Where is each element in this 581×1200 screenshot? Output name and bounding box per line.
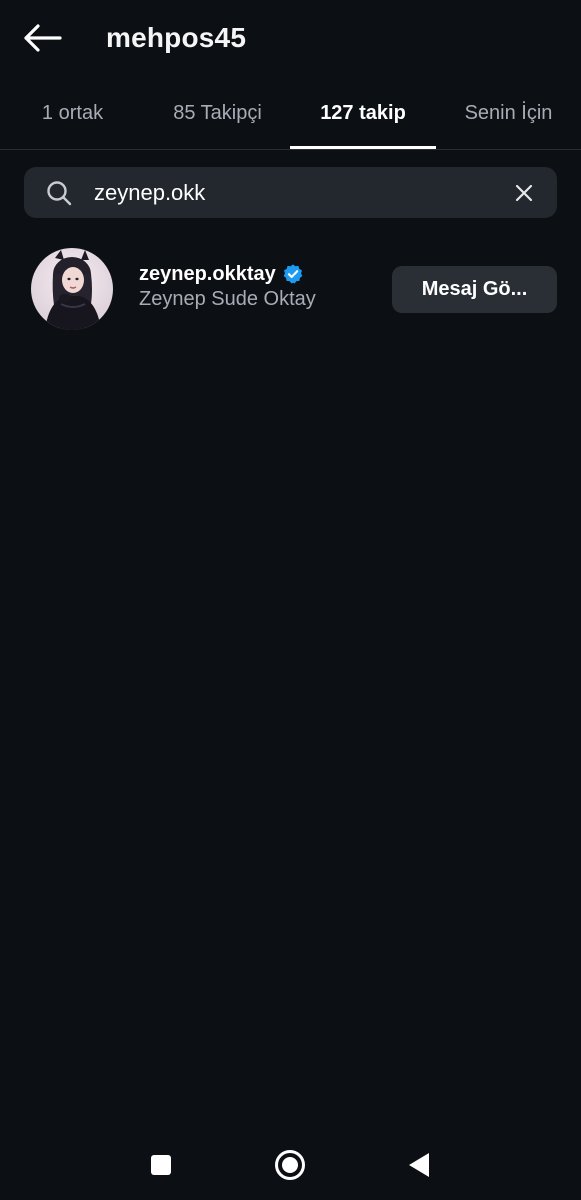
nav-back-button[interactable]	[402, 1148, 436, 1182]
tab-following[interactable]: 127 takip	[290, 84, 436, 149]
system-nav-bar	[0, 1130, 581, 1200]
recents-button[interactable]	[144, 1148, 178, 1182]
full-name: Zeynep Sude Oktay	[139, 288, 316, 310]
header: mehpos45	[0, 0, 581, 76]
page: mehpos45 1 ortak 85 Takipçi 127 takip Se…	[0, 0, 581, 1200]
username: zeynep.okktay	[139, 262, 276, 285]
list-item[interactable]: zeynep.okktay Zeynep Sude Oktay Mesaj Gö…	[0, 243, 581, 335]
home-icon	[275, 1150, 305, 1180]
search-icon	[47, 181, 72, 206]
arrow-left-icon	[24, 24, 62, 52]
tab-for-you[interactable]: Senin İçin	[436, 84, 581, 146]
back-button[interactable]	[18, 18, 66, 58]
home-button[interactable]	[273, 1148, 307, 1182]
close-icon	[515, 184, 533, 202]
page-title: mehpos45	[106, 22, 247, 53]
tab-mutual[interactable]: 1 ortak	[0, 84, 145, 146]
tab-followers[interactable]: 85 Takipçi	[145, 84, 290, 146]
back-triangle-icon	[409, 1153, 429, 1177]
message-button[interactable]: Mesaj Gö...	[392, 266, 557, 313]
recents-icon	[151, 1155, 171, 1175]
clear-search-button[interactable]	[511, 180, 537, 206]
search-input[interactable]	[94, 167, 494, 218]
verified-badge-icon	[283, 264, 303, 284]
username-line: zeynep.okktay	[139, 261, 304, 287]
avatar[interactable]	[31, 248, 113, 330]
search-bar	[24, 167, 557, 218]
tab-bar: 1 ortak 85 Takipçi 127 takip Senin İçin	[0, 84, 581, 150]
